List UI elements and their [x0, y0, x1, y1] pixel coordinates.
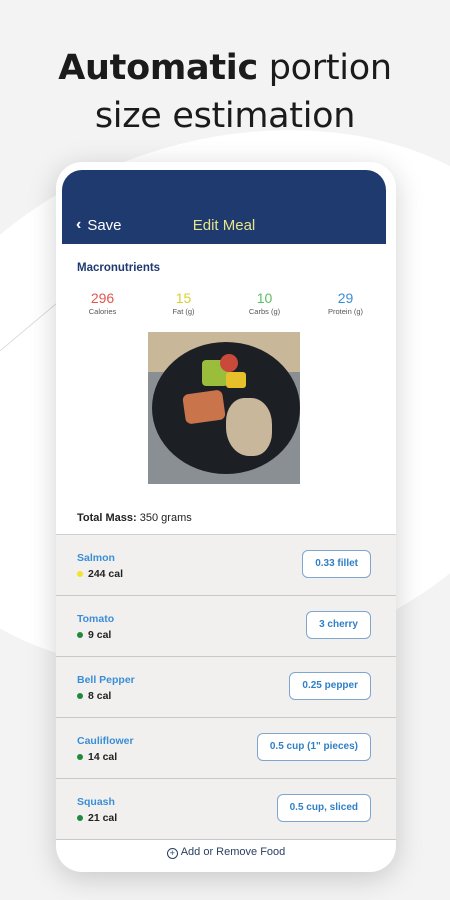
macro-label: Protein (g): [327, 307, 363, 316]
headline-line2: size estimation: [94, 96, 356, 136]
food-name[interactable]: Salmon: [77, 552, 115, 564]
macro-value: 10: [256, 290, 273, 306]
calorie-text: 8 cal: [88, 690, 112, 702]
portion-button[interactable]: 3 cherry: [306, 611, 371, 639]
status-dot-icon: [77, 754, 83, 760]
food-calories: 14 cal: [77, 751, 117, 763]
status-dot-icon: [77, 632, 83, 638]
food-row[interactable]: Bell Pepper 8 cal 0.25 pepper: [56, 657, 396, 718]
macro-label: Carbs (g): [248, 307, 281, 316]
add-remove-food-button[interactable]: + Add or Remove Food: [56, 846, 396, 859]
total-mass-label: Total Mass:: [77, 512, 137, 524]
food-list: Salmon 244 cal 0.33 fillet Tomato 9 cal 3 che…: [56, 534, 396, 840]
phone-frame: ‹ Save Edit Meal Macronutrients 296 Calor…: [56, 162, 396, 872]
portion-button[interactable]: 0.33 fillet: [302, 550, 371, 578]
food-calories: 244 cal: [77, 568, 123, 580]
add-remove-label: Add or Remove Food: [180, 846, 286, 858]
calorie-text: 244 cal: [88, 568, 124, 580]
macro-fat: 15 Fat (g): [143, 290, 224, 316]
plus-circle-icon: +: [166, 848, 178, 859]
headline-bold: Automatic: [58, 48, 258, 88]
headline: Automatic portion size estimation: [0, 44, 450, 140]
status-dot-icon: [77, 815, 83, 821]
food-calories: 9 cal: [77, 629, 111, 641]
calorie-text: 9 cal: [88, 629, 112, 641]
macro-label: Calories: [88, 307, 117, 316]
macro-carbs: 10 Carbs (g): [224, 290, 305, 316]
macros-row: 296 Calories 15 Fat (g) 10 Carbs (g) 29 Protein…: [62, 290, 386, 316]
portion-button[interactable]: 0.5 cup (1" pieces): [256, 733, 371, 761]
macro-value: 15: [175, 290, 192, 306]
macronutrients-heading: Macronutrients: [77, 262, 161, 274]
food-row[interactable]: Tomato 9 cal 3 cherry: [56, 596, 396, 657]
app-header: ‹ Save Edit Meal: [62, 170, 386, 244]
macro-value: 29: [337, 290, 354, 306]
macro-label: Fat (g): [172, 307, 195, 316]
portion-button[interactable]: 0.5 cup, sliced: [276, 794, 371, 822]
macro-value: 296: [90, 290, 115, 306]
status-dot-icon: [77, 693, 83, 699]
food-row[interactable]: Squash 21 cal 0.5 cup, sliced: [56, 779, 396, 840]
total-mass: Total Mass: 350 grams: [77, 512, 192, 524]
food-name[interactable]: Squash: [77, 796, 115, 808]
portion-button[interactable]: 0.25 pepper: [289, 672, 371, 700]
headline-rest: portion: [257, 48, 392, 88]
food-calories: 8 cal: [77, 690, 111, 702]
food-name[interactable]: Bell Pepper: [77, 674, 135, 686]
food-name[interactable]: Cauliflower: [77, 735, 134, 747]
macro-calories: 296 Calories: [62, 290, 143, 316]
macro-protein: 29 Protein (g): [305, 290, 386, 316]
calorie-text: 14 cal: [88, 751, 118, 763]
page-title: Edit Meal: [192, 217, 256, 234]
food-calories: 21 cal: [77, 812, 117, 824]
total-mass-value: 350 grams: [139, 512, 192, 524]
meal-photo: [148, 332, 300, 484]
food-name[interactable]: Tomato: [77, 613, 114, 625]
food-row[interactable]: Cauliflower 14 cal 0.5 cup (1" pieces): [56, 718, 396, 779]
calorie-text: 21 cal: [88, 812, 118, 824]
status-dot-icon: [77, 571, 83, 577]
food-row[interactable]: Salmon 244 cal 0.33 fillet: [56, 535, 396, 596]
